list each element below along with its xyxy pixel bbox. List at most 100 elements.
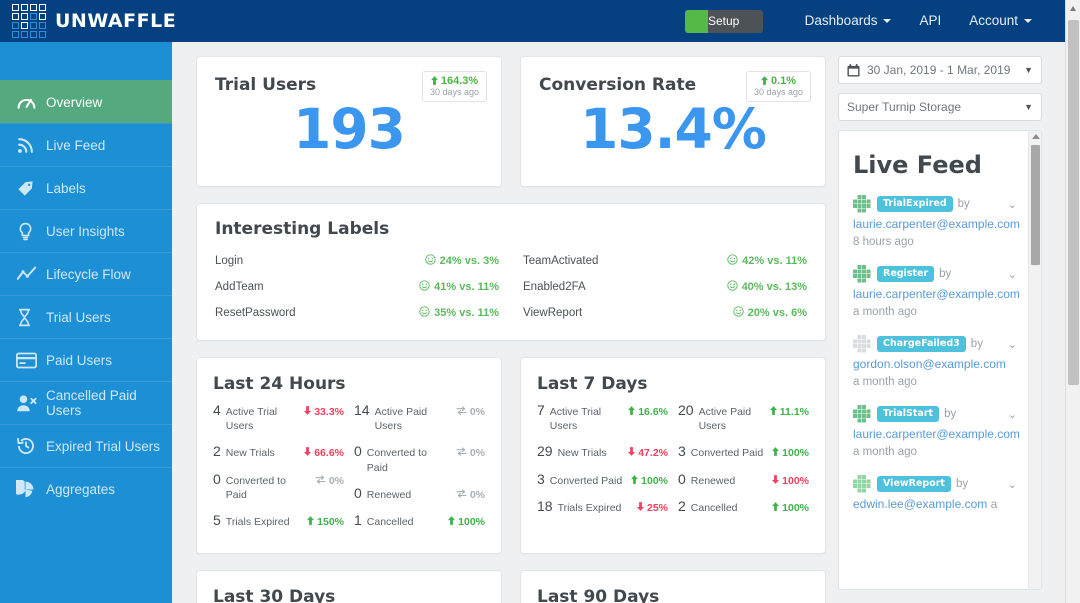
- stat-delta: 100%: [768, 447, 809, 459]
- stat-number: 3: [678, 443, 686, 460]
- sidebar-item-overview[interactable]: Overview: [0, 80, 172, 123]
- stat-label: Renewed: [690, 474, 736, 487]
- chevron-down-icon[interactable]: ⌄: [1008, 198, 1017, 211]
- lightbulb-icon: [16, 222, 46, 241]
- stat-label: Active Paid Users: [698, 406, 752, 433]
- pie-chart-icon: [16, 479, 46, 499]
- stat-column-right: 20 Active Paid Users 11.1% 3 Converted Paid 1…: [678, 402, 809, 525]
- stat-row: 29 New Trials 47.2%: [537, 443, 668, 460]
- stat-delta-text: 0%: [469, 406, 485, 418]
- scroll-up-arrow-icon[interactable]: [1032, 134, 1040, 139]
- project-select-value: Super Turnip Storage: [847, 100, 962, 114]
- stat-number: 7: [537, 402, 545, 418]
- label-row[interactable]: Enabled2FA 40% vs. 13%: [523, 274, 807, 300]
- sidebar-item-label: Lifecycle Flow: [46, 266, 131, 282]
- by-label: by: [939, 268, 952, 280]
- user-email-link[interactable]: gordon.olson@example.com: [853, 357, 1017, 371]
- stat-number: 20: [678, 402, 694, 418]
- period-card-last-7-days: Last 7 Days 7 Active Trial Users 16.6% 29 New…: [520, 357, 826, 555]
- stat-row: 7 Active Trial Users 16.6%: [537, 402, 668, 433]
- nav-api[interactable]: API: [905, 0, 955, 42]
- stat-delta: 0%: [311, 475, 344, 487]
- brand[interactable]: UNWAFFLE: [0, 4, 176, 38]
- feed-item: ChargeFailed3 by ⌄ gordon.olson@example.com…: [853, 335, 1017, 388]
- arrow-down-icon: [636, 501, 644, 514]
- metric-value: 193: [293, 97, 406, 161]
- user-email-link[interactable]: laurie.carpenter@example.com: [853, 217, 1020, 231]
- event-badge[interactable]: ViewReport: [877, 476, 951, 492]
- sidebar-item-trial-users[interactable]: Trial Users: [0, 295, 172, 338]
- metric-value: 13.4%: [580, 97, 767, 161]
- chevron-down-icon[interactable]: ⌄: [1008, 478, 1017, 491]
- stat-delta: 66.6%: [300, 447, 344, 459]
- nav-dashboards[interactable]: Dashboards: [791, 0, 906, 42]
- user-email-text: laurie.carpenter@example.com: [853, 217, 1020, 231]
- stat-delta-text: 100%: [782, 474, 809, 487]
- interesting-labels-card: Interesting Labels Login 24% vs. 3% TeamAc…: [196, 203, 826, 341]
- user-email-text: laurie.carpenter@example.com: [853, 287, 1020, 301]
- setup-button-label: Setup: [707, 14, 740, 28]
- feed-item-time: a month ago: [853, 446, 917, 458]
- sidebar-item-aggregates[interactable]: Aggregates: [0, 467, 172, 510]
- scrollbar-thumb[interactable]: [1031, 145, 1040, 265]
- stat-delta: 25%: [633, 502, 668, 514]
- user-times-icon: [16, 394, 46, 413]
- event-badge[interactable]: TrialExpired: [877, 196, 953, 212]
- chevron-down-icon[interactable]: ⌄: [1008, 338, 1017, 351]
- label-row[interactable]: AddTeam 41% vs. 11%: [215, 274, 499, 300]
- stat-delta: 100%: [768, 502, 809, 514]
- stat-number: 3: [537, 470, 545, 487]
- by-label: by: [944, 408, 957, 420]
- scroll-up-arrow-icon[interactable]: [1070, 6, 1076, 11]
- period-card-last-24-hours: Last 24 Hours 4 Active Trial Users 33.3% 2 Ne…: [196, 357, 502, 555]
- section-title: Last 7 Days: [537, 374, 648, 394]
- event-badge[interactable]: TrialStart: [877, 406, 940, 422]
- user-email-link[interactable]: laurie.carpenter@example.com: [853, 287, 1020, 301]
- stat-delta: 0%: [452, 489, 485, 501]
- sidebar-item-user-insights[interactable]: User Insights: [0, 209, 172, 252]
- label-row[interactable]: Login 24% vs. 3%: [215, 248, 499, 274]
- sidebar-item-expired-trial-users[interactable]: Expired Trial Users: [0, 424, 172, 467]
- nav-account[interactable]: Account: [955, 0, 1046, 42]
- sidebar-item-labels[interactable]: Labels: [0, 166, 172, 209]
- stat-number: 14: [354, 402, 370, 418]
- delta-period: 30 days ago: [753, 87, 803, 97]
- setup-button[interactable]: Setup: [684, 9, 763, 33]
- period-row-2: Last 30 Days11Active Trial Users35.2%43A…: [196, 554, 826, 603]
- sidebar-item-lifecycle-flow[interactable]: Lifecycle Flow: [0, 252, 172, 295]
- label-row[interactable]: ViewReport 20% vs. 6%: [523, 300, 807, 326]
- live-feed-scrollbar[interactable]: [1028, 131, 1041, 589]
- label-row[interactable]: TeamActivated 42% vs. 11%: [523, 248, 807, 274]
- delta-period: 30 days ago: [429, 87, 479, 97]
- page-scrollbar-thumb[interactable]: [1068, 20, 1079, 385]
- arrow-up-icon: [772, 447, 780, 459]
- label-row[interactable]: ResetPassword 35% vs. 11%: [215, 300, 499, 326]
- sidebar-item-cancelled-paid-users[interactable]: Cancelled Paid Users: [0, 381, 172, 424]
- user-email-link[interactable]: edwin.lee@example.com a: [853, 497, 1017, 511]
- arrow-up-icon: [448, 515, 456, 528]
- stat-delta: 100%: [444, 516, 485, 528]
- sidebar-item-label: Trial Users: [46, 309, 111, 325]
- section-title: Interesting Labels: [215, 219, 390, 239]
- stat-label: Trials Expired: [225, 515, 290, 528]
- stat-row: 0 Renewed 0%: [354, 485, 485, 502]
- stat-delta: 100%: [768, 475, 809, 487]
- user-email-link[interactable]: laurie.carpenter@example.com: [853, 427, 1020, 441]
- main-content: Trial Users 164.3% 30 days ago 193 Conve…: [172, 42, 1080, 603]
- stat-label: New Trials: [225, 447, 275, 460]
- stat-row: 4 Active Trial Users 33.3%: [213, 402, 344, 433]
- date-range-picker[interactable]: 30 Jan, 2019 - 1 Mar, 2019 ▼: [838, 56, 1042, 84]
- event-badge[interactable]: Register: [877, 266, 935, 282]
- sidebar-item-live-feed[interactable]: Live Feed: [0, 123, 172, 166]
- chevron-down-icon[interactable]: ⌄: [1008, 268, 1017, 281]
- stat-delta-text: 11.1%: [779, 406, 809, 418]
- sidebar-item-paid-users[interactable]: Paid Users: [0, 338, 172, 381]
- event-badge[interactable]: ChargeFailed3: [877, 336, 966, 352]
- stat-delta: 33.3%: [300, 406, 344, 418]
- project-select[interactable]: Super Turnip Storage ▼: [838, 93, 1042, 121]
- period-card-last-30-days: Last 30 Days11Active Trial Users35.2%43A…: [196, 570, 502, 603]
- stat-delta-text: 66.6%: [314, 447, 344, 460]
- live-feed-title: Live Feed: [853, 151, 982, 179]
- chevron-down-icon[interactable]: ⌄: [1008, 408, 1017, 421]
- page-scrollbar[interactable]: [1065, 0, 1080, 603]
